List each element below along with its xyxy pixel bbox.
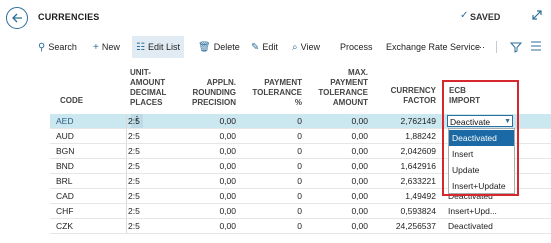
max-tolerance-cell[interactable]: 0,00: [316, 145, 368, 157]
code-cell[interactable]: CHF: [56, 205, 73, 217]
rounding-cell[interactable]: 0,00: [180, 145, 236, 157]
list-view-icon[interactable]: [530, 40, 542, 53]
exchange-rate-service-menu[interactable]: Exchange Rate Service: [386, 39, 480, 55]
saved-status: SAVED: [470, 12, 501, 22]
delete-button[interactable]: 🗑 Delete: [198, 39, 240, 55]
factor-cell[interactable]: 24,256537: [380, 220, 436, 232]
col-header-max-payment-tolerance[interactable]: MAX. PAYMENT TOLERANCE AMOUNT: [316, 68, 368, 108]
edit-button[interactable]: ✎ Edit: [251, 39, 278, 55]
max-tolerance-cell[interactable]: 0,00: [316, 220, 368, 232]
rounding-cell[interactable]: 0,00: [180, 175, 236, 187]
tolerance-cell[interactable]: 0: [250, 190, 302, 202]
max-tolerance-cell[interactable]: 0,00: [316, 130, 368, 142]
factor-cell[interactable]: 2,042609: [380, 145, 436, 157]
option-update[interactable]: Update: [449, 162, 514, 178]
view-button[interactable]: ⌕ View: [292, 39, 320, 55]
tolerance-cell[interactable]: 0: [250, 130, 302, 142]
column-divider: [126, 189, 127, 203]
rounding-cell[interactable]: 0,00: [180, 130, 236, 142]
tolerance-cell[interactable]: 0: [250, 145, 302, 157]
page-title: CURRENCIES: [38, 12, 100, 22]
max-tolerance-cell[interactable]: 0,00: [316, 175, 368, 187]
code-cell[interactable]: CZK: [56, 220, 73, 232]
places-cell[interactable]: 2:5: [128, 205, 140, 217]
col-header-unit-amount[interactable]: UNIT- AMOUNT DECIMAL PLACES: [130, 68, 166, 108]
tolerance-cell[interactable]: 0: [250, 115, 302, 127]
check-icon: ✓: [460, 10, 469, 21]
action-separator: [496, 41, 497, 53]
code-cell[interactable]: CAD: [56, 190, 74, 202]
column-divider: [126, 144, 127, 158]
arrow-left-icon: [12, 13, 22, 23]
action-bar: ⚲ Search + New ☷ Edit List 🗑 Delete ✎ Ed…: [30, 35, 551, 59]
table-row[interactable]: CHF 2:5 0,00 0 0,00 0,593824 Insert+Upd.…: [50, 204, 551, 219]
code-cell[interactable]: AED: [56, 115, 73, 127]
ecb-import-select[interactable]: Deactivate ▼: [447, 115, 513, 127]
factor-cell[interactable]: 2,762149: [380, 115, 436, 127]
expand-icon[interactable]: [530, 8, 544, 22]
column-divider: [126, 159, 127, 173]
rounding-cell[interactable]: 0,00: [180, 220, 236, 232]
new-button[interactable]: + New: [93, 39, 120, 55]
col-header-code[interactable]: CODE: [60, 96, 83, 106]
option-insert[interactable]: Insert: [449, 146, 514, 162]
option-deactivated[interactable]: Deactivated: [449, 130, 514, 146]
places-cell[interactable]: 2:5: [128, 160, 140, 172]
places-cell[interactable]: 2:5: [128, 145, 140, 157]
factor-cell[interactable]: 2,633221: [380, 175, 436, 187]
column-divider: [126, 114, 127, 128]
col-header-payment-tolerance[interactable]: PAYMENT TOLERANCE %: [250, 78, 302, 108]
tolerance-cell[interactable]: 0: [250, 160, 302, 172]
ecb-import-options: Deactivated Insert Update Insert+Update: [448, 128, 515, 194]
rounding-cell[interactable]: 0,00: [180, 160, 236, 172]
tolerance-cell[interactable]: 0: [250, 205, 302, 217]
chevron-down-icon: ▼: [504, 118, 511, 125]
search-icon: ⚲: [38, 41, 46, 53]
col-header-appln-rounding[interactable]: APPLN. ROUNDING PRECISION: [180, 78, 236, 108]
max-tolerance-cell[interactable]: 0,00: [316, 190, 368, 202]
col-header-currency-factor[interactable]: CURRENCY FACTOR: [380, 86, 436, 106]
tolerance-cell[interactable]: 0: [250, 175, 302, 187]
back-button[interactable]: [6, 7, 28, 29]
rounding-cell[interactable]: 0,00: [180, 205, 236, 217]
ecb-import-cell[interactable]: Insert+Upd...: [448, 205, 497, 217]
tolerance-cell[interactable]: 0: [250, 220, 302, 232]
places-cell[interactable]: 2:5: [128, 130, 140, 142]
trash-icon: 🗑: [198, 41, 211, 53]
max-tolerance-cell[interactable]: 0,00: [316, 115, 368, 127]
places-cell[interactable]: 2:5: [128, 115, 140, 127]
pencil-icon: ✎: [251, 41, 260, 53]
places-cell[interactable]: 2:5: [128, 220, 140, 232]
edit-list-icon: ☷: [136, 41, 145, 53]
search-button[interactable]: ⚲ Search: [38, 39, 77, 55]
table-row[interactable]: CZK 2:5 0,00 0 0,00 24,256537 Deactivate…: [50, 219, 551, 234]
option-insert-update[interactable]: Insert+Update: [449, 178, 514, 194]
factor-cell[interactable]: 1,88242: [380, 130, 436, 142]
code-cell[interactable]: BRL: [56, 175, 73, 187]
ecb-import-cell[interactable]: Deactivated: [448, 220, 493, 232]
code-cell[interactable]: BGN: [56, 145, 74, 157]
max-tolerance-cell[interactable]: 0,00: [316, 160, 368, 172]
view-icon: ⌕: [292, 41, 298, 53]
more-actions-button[interactable]: ···: [476, 39, 485, 55]
factor-cell[interactable]: 1,642916: [380, 160, 436, 172]
code-cell[interactable]: AUD: [56, 130, 74, 142]
column-divider: [126, 219, 127, 233]
factor-cell[interactable]: 1,49492: [380, 190, 436, 202]
column-divider: [126, 129, 127, 143]
column-divider: [126, 174, 127, 188]
code-cell[interactable]: BND: [56, 160, 74, 172]
max-tolerance-cell[interactable]: 0,00: [316, 205, 368, 217]
filter-icon[interactable]: [510, 41, 522, 53]
places-cell[interactable]: 2:5: [128, 190, 140, 202]
factor-cell[interactable]: 0,593824: [380, 205, 436, 217]
column-divider: [126, 204, 127, 218]
plus-icon: +: [93, 41, 99, 53]
process-menu[interactable]: Process: [340, 39, 373, 55]
places-cell[interactable]: 2:5: [128, 175, 140, 187]
rounding-cell[interactable]: 0,00: [180, 115, 236, 127]
rounding-cell[interactable]: 0,00: [180, 190, 236, 202]
edit-list-button[interactable]: ☷ Edit List: [132, 36, 184, 58]
